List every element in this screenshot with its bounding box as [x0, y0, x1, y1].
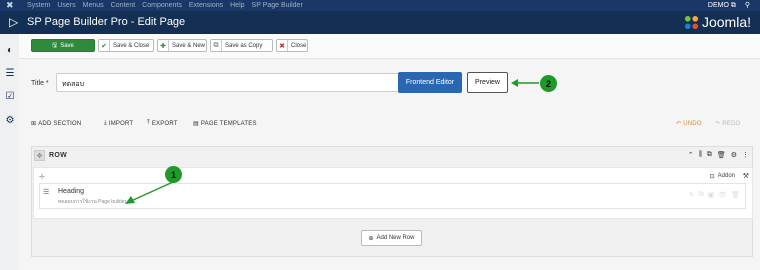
add-section-icon: ⊞	[31, 121, 37, 127]
column-settings-icon[interactable]: ⚒	[743, 172, 749, 180]
save-close-label: Save & Close	[113, 42, 150, 49]
top-right-user: DEMO ⧉ ⚲	[708, 1, 750, 10]
row-label: ROW	[49, 152, 68, 159]
paste-icon[interactable]: ▣	[708, 191, 715, 199]
dashboard-icon[interactable]: ◐	[5, 46, 15, 56]
menu-item-components[interactable]: Components	[142, 1, 182, 10]
trash-icon[interactable]: 🗑	[731, 191, 740, 199]
menu-item-help[interactable]: Help	[230, 1, 244, 10]
addon-name: Heading	[58, 188, 85, 195]
checkbox-icon[interactable]: ☑	[5, 92, 15, 102]
joomla-mark-icon	[684, 15, 699, 30]
frontend-editor-button[interactable]: Frontend Editor	[398, 72, 462, 93]
add-section-button[interactable]: ⊞ ADD SECTION	[31, 120, 82, 128]
close-icon: ✖	[277, 40, 288, 51]
copy-addon-icon[interactable]: ⧉	[699, 191, 704, 199]
add-addon-label: Addon	[717, 173, 735, 179]
add-addon-button[interactable]: ⊡ Addon	[710, 173, 735, 180]
undo-button[interactable]: ↶ UNDO	[676, 120, 702, 128]
sidebar-toggle-icon[interactable]: ▷	[9, 15, 18, 29]
save-copy-label: Save as Copy	[225, 42, 263, 49]
addon-tools: ✎ ⧉ ▣ 👁 🗑	[689, 191, 740, 199]
save-label: Save	[60, 42, 74, 49]
add-row-label: Add New Row	[376, 235, 415, 241]
top-menu-items: System Users Menus Content Components Ex…	[27, 1, 303, 10]
redo-label: REDO	[722, 120, 741, 127]
user-icon[interactable]: ⚲	[745, 1, 750, 10]
row-tools: ⌃ ⫼ ⧉ 🗑 ⚙ ⋮	[688, 151, 749, 159]
check-icon: ✔	[99, 40, 110, 51]
top-admin-menu: ✖ System Users Menus Content Components …	[0, 0, 760, 11]
callout-arrow-2	[511, 79, 539, 87]
edit-icon[interactable]: ✎	[689, 191, 695, 199]
collapse-icon[interactable]: ⌃	[688, 151, 694, 159]
joomla-logo: Joomla!	[684, 14, 751, 30]
export-icon: ⤒	[147, 120, 150, 126]
page-templates-button[interactable]: ▤ PAGE TEMPLATES	[193, 120, 257, 128]
heading-icon: ☰	[43, 189, 50, 196]
toolbar: 🖫 Save ✔ Save & Close ✚ Save & New ⧉ Sav…	[19, 34, 760, 59]
export-button[interactable]: ⤒ EXPORT	[147, 120, 178, 127]
menu-item-extensions[interactable]: Extensions	[189, 1, 223, 10]
left-sidebar: ◐ ☰ ☑ ⚙	[0, 34, 19, 270]
columns-icon[interactable]: ⫼	[699, 151, 702, 159]
user-menu[interactable]: DEMO ⧉	[708, 1, 736, 10]
callout-badge-2: 2	[540, 75, 557, 92]
add-row-icon: ⊕	[368, 235, 374, 242]
user-label: DEMO	[707, 2, 729, 9]
save-copy-button[interactable]: ⧉ Save as Copy	[210, 39, 273, 52]
redo-icon: ↷	[715, 121, 721, 127]
save-button[interactable]: 🖫 Save	[31, 39, 95, 52]
undo-label: UNDO	[683, 120, 702, 127]
add-new-row-button[interactable]: ⊕ Add New Row	[361, 230, 422, 246]
plus-icon: ✚	[158, 40, 169, 51]
row-settings-icon[interactable]: ⚙	[731, 151, 737, 159]
add-addon-icon: ⊡	[709, 174, 715, 180]
joomla-small-icon[interactable]: ✖	[6, 1, 14, 10]
duplicate-icon[interactable]: ⧉	[707, 151, 712, 159]
close-label: Close	[291, 42, 307, 49]
import-label: IMPORT	[108, 120, 134, 127]
import-button[interactable]: ⤓ IMPORT	[104, 120, 133, 127]
save-new-label: Save & New	[172, 42, 206, 49]
page-templates-icon: ▤	[193, 121, 199, 127]
copy-icon: ⧉	[211, 40, 222, 51]
joomla-brand-text: Joomla!	[701, 14, 751, 30]
menu-item-users[interactable]: Users	[57, 1, 75, 10]
column-move-icon[interactable]: ✛	[39, 173, 45, 181]
more-options-icon[interactable]: ⋮	[742, 151, 749, 159]
list-icon[interactable]: ☰	[5, 69, 15, 79]
callout-badge-1: 1	[165, 166, 182, 183]
menu-item-sp-page-builder[interactable]: SP Page Builder	[252, 1, 303, 10]
undo-icon: ↶	[676, 121, 682, 127]
callout-arrow-1	[125, 181, 174, 204]
addon-description: ทดสอบการใช้งาน Page builder	[58, 199, 127, 205]
export-label: EXPORT	[151, 120, 178, 127]
save-close-button[interactable]: ✔ Save & Close	[98, 39, 154, 52]
preview-button[interactable]: Preview	[467, 72, 508, 93]
add-section-label: ADD SECTION	[38, 120, 82, 127]
title-label: Title *	[31, 80, 49, 87]
delete-icon[interactable]: 🗑	[717, 151, 726, 159]
main-content: Title * ทดสอบ Frontend Editor Preview 2 …	[19, 59, 760, 270]
import-icon: ⤓	[104, 120, 107, 126]
save-icon: 🖫	[52, 42, 58, 49]
close-button[interactable]: ✖ Close	[276, 39, 308, 52]
page-header: ▷ SP Page Builder Pro - Edit Page Joomla…	[0, 11, 760, 34]
menu-item-menus[interactable]: Menus	[83, 1, 104, 10]
title-input[interactable]: ทดสอบ	[56, 73, 400, 92]
save-new-button[interactable]: ✚ Save & New	[157, 39, 207, 52]
builder-toolbar: ⊞ ADD SECTION ⤓ IMPORT ⤒ EXPORT ▤ PAGE T…	[31, 116, 745, 132]
page-templates-label: PAGE TEMPLATES	[200, 120, 257, 127]
external-link-icon: ⧉	[730, 2, 736, 9]
page-title: SP Page Builder Pro - Edit Page	[27, 16, 186, 28]
settings-icon[interactable]: ⚙	[5, 116, 15, 126]
row-header: ✥ ROW ⌃ ⫼ ⧉ 🗑 ⚙ ⋮	[32, 147, 752, 166]
visibility-icon[interactable]: 👁	[718, 191, 727, 199]
menu-item-content[interactable]: Content	[111, 1, 136, 10]
menu-item-system[interactable]: System	[27, 1, 50, 10]
row-move-icon[interactable]: ✥	[34, 150, 45, 161]
redo-button[interactable]: ↷ REDO	[715, 120, 741, 128]
